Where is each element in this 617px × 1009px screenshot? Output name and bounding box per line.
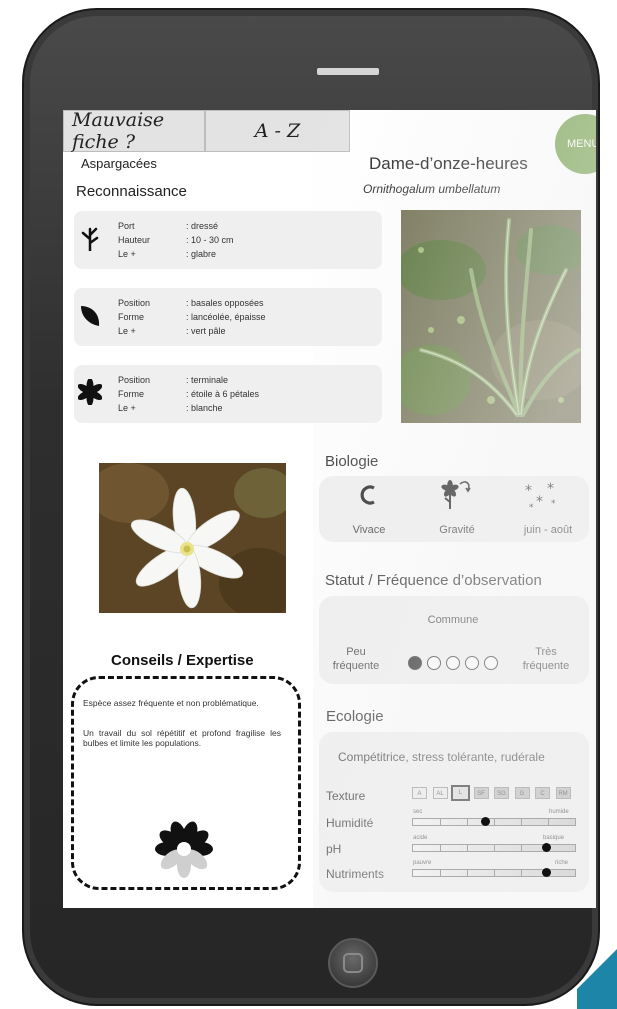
advice-paragraph-1: Espèce assez fréquente et non problémati…	[83, 698, 259, 708]
plant-family: Aspargacées	[81, 156, 157, 171]
svg-text:*: *	[529, 503, 534, 512]
texture-class: SF	[473, 787, 489, 799]
humidity-scale	[412, 818, 576, 826]
bad-sheet-tab[interactable]: Mauvaise fiche ?	[63, 110, 205, 153]
frequency-dot	[408, 656, 422, 670]
scale-marker	[541, 868, 551, 877]
scale-tick	[467, 819, 468, 825]
nutrients-max-label: riche	[555, 860, 569, 866]
scale-tick	[521, 870, 522, 876]
svg-text:*: *	[525, 483, 532, 499]
perennial-icon	[360, 485, 375, 505]
leaf-icon	[81, 306, 100, 326]
common-name: Dame-d’onze-heures	[369, 154, 528, 173]
nutrients-label: Nutriments	[326, 867, 385, 881]
stem-card: Port: dressé Hauteur: 10 - 30 cm Le +: g…	[74, 211, 382, 269]
ph-min-label: acide	[413, 835, 428, 841]
ph-max-label: basique	[543, 835, 565, 841]
scale-tick	[440, 845, 441, 851]
scale-tick	[440, 870, 441, 876]
frequency-dot	[465, 656, 479, 670]
texture-class: G	[514, 787, 530, 799]
perennial-label: Vivace	[352, 524, 386, 536]
expert-flower-icon	[155, 821, 213, 878]
recognition-title: Reconnaissance	[76, 183, 187, 200]
ecology-title: Ecologie	[326, 708, 384, 725]
flowering-period-label: juin - août	[523, 524, 573, 536]
scale-tick	[494, 870, 495, 876]
scale-tick	[440, 819, 441, 825]
frequency-dot	[484, 656, 498, 670]
menu-button[interactable]: MENU	[555, 114, 596, 174]
scale-tick	[548, 819, 549, 825]
humidity-max-label: humide	[549, 809, 569, 815]
svg-text:*: *	[536, 494, 543, 510]
svg-text:*: *	[551, 499, 556, 509]
texture-label: Texture	[326, 789, 366, 803]
gravity-dispersal-icon	[441, 480, 471, 509]
plant-photo	[401, 210, 581, 423]
frequency-dot	[446, 656, 460, 670]
advice-title: Conseils / Expertise	[111, 652, 254, 669]
scale-tick	[521, 845, 522, 851]
stem-icon	[81, 227, 99, 251]
status-title: Statut / Fréquence d’observation	[325, 572, 542, 589]
texture-class: A	[412, 787, 427, 799]
humidity-min-label: sec	[413, 809, 423, 815]
status-value: Commune	[427, 614, 479, 626]
scale-tick	[521, 819, 522, 825]
scale-tick	[467, 845, 468, 851]
texture-class: C	[535, 787, 550, 799]
texture-class: AL	[432, 787, 448, 799]
home-button[interactable]	[328, 938, 378, 988]
screen: Mauvaise fiche ? A - Z MENU Aspargacées …	[63, 110, 596, 908]
gravity-label: Gravité	[439, 524, 475, 536]
flower-icon	[78, 379, 102, 405]
latin-name: Ornithogalum umbellatum	[363, 182, 501, 196]
ecological-strategy: Compétitrice, stress tolérante, rudérale	[338, 750, 545, 764]
scale-tick	[467, 870, 468, 876]
nutrients-min-label: pauvre	[413, 860, 432, 866]
nutrients-scale	[412, 869, 576, 877]
biology-title: Biologie	[325, 453, 379, 470]
flowering-period-icon: * *** *	[525, 482, 556, 512]
low-frequency-label: Peu fréquente	[332, 646, 380, 672]
scale-tick	[494, 819, 495, 825]
ph-scale	[412, 844, 576, 852]
speaker-slot	[317, 68, 379, 75]
texture-class: RM	[555, 787, 571, 799]
leaf-card: Position: basales opposées Forme: lancéo…	[74, 288, 382, 346]
a-z-tab[interactable]: A - Z	[205, 110, 350, 152]
flower-card: Position: terminale Forme: étoile à 6 pé…	[74, 365, 382, 423]
advice-paragraph-2: Un travail du sol répétitif et profond f…	[83, 728, 281, 748]
ph-label: pH	[326, 842, 342, 856]
high-frequency-label: Très fréquente	[522, 646, 570, 672]
scale-tick	[494, 845, 495, 851]
humidity-label: Humidité	[326, 816, 374, 830]
flower-photo	[99, 463, 286, 613]
texture-class: SG	[494, 787, 509, 799]
svg-text:*: *	[547, 482, 554, 497]
frequency-dot	[427, 656, 441, 670]
scale-marker	[541, 843, 551, 852]
texture-class: L	[451, 785, 470, 801]
